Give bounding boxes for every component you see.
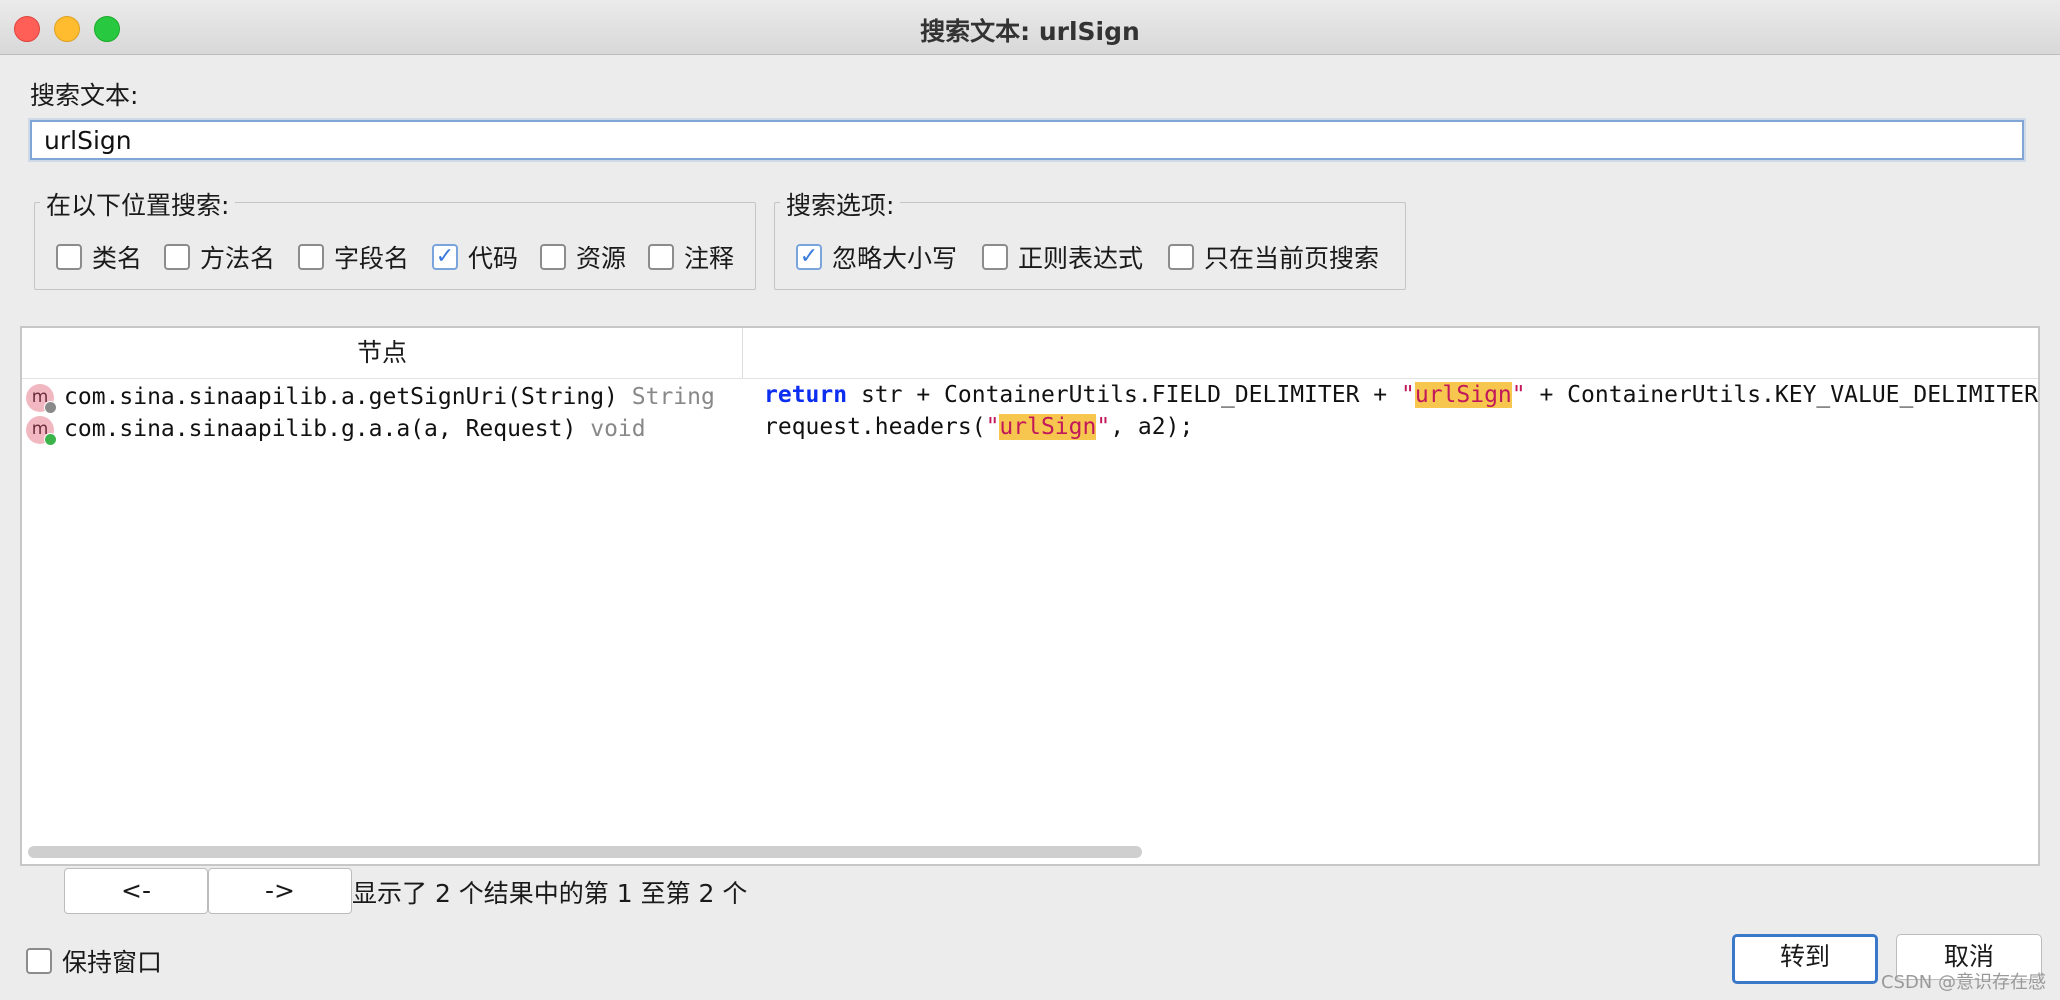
checkbox-label: 代码 [468, 244, 519, 273]
checkbox-label: 注释 [684, 244, 735, 273]
checkbox-label: 方法名 [200, 244, 276, 273]
next-page-button[interactable]: -> [208, 868, 352, 914]
method-icon: m [26, 384, 57, 414]
checkbox-box[interactable]: ✓ [796, 244, 822, 270]
checkbox-box[interactable] [298, 244, 324, 270]
code-keyword: return [764, 382, 848, 408]
checkbox-box[interactable] [56, 244, 82, 270]
access-badge-icon [44, 401, 57, 414]
code-quote: " [1400, 382, 1415, 408]
code-text: + ContainerUtils.KEY_VALUE_DELIMITER [1525, 382, 2038, 408]
result-node: com.sina.sinaapilib.a.getSignUri(String)… [64, 384, 715, 410]
search-location-legend: 在以下位置搜索: [40, 186, 236, 222]
checkbox-method-name[interactable]: 方法名 [164, 239, 275, 275]
return-type: String [631, 384, 715, 410]
result-code: request.headers("urlSign", a2); [764, 414, 1193, 440]
checkbox-box[interactable] [1168, 244, 1194, 270]
checkbox-label: 正则表达式 [1018, 244, 1144, 273]
checkbox-box[interactable] [982, 244, 1008, 270]
watermark: CSDN @意识存在感 [1880, 972, 2046, 993]
checkbox-box[interactable] [540, 244, 566, 270]
checkbox-field-name[interactable]: 字段名 [298, 239, 409, 275]
checkbox-resource[interactable]: 资源 [540, 239, 626, 275]
code-quote: " [1511, 382, 1526, 408]
checkbox-label: 只在当前页搜索 [1204, 244, 1380, 273]
result-row[interactable]: m com.sina.sinaapilib.a.getSignUri(Strin… [22, 382, 2038, 414]
search-options-legend: 搜索选项: [780, 186, 901, 222]
checkbox-comment[interactable]: 注释 [648, 239, 734, 275]
checkbox-label: 资源 [576, 244, 627, 273]
checkbox-ignore-case[interactable]: ✓ 忽略大小写 [796, 239, 957, 275]
code-quote: " [1096, 414, 1111, 440]
code-quote: " [985, 414, 1000, 440]
search-input[interactable] [30, 120, 2024, 160]
checkmark-icon: ✓ [799, 244, 819, 269]
checkbox-class-name[interactable]: 类名 [56, 239, 142, 275]
search-text-label: 搜索文本: [30, 81, 139, 110]
code-text: , a2); [1110, 414, 1194, 440]
access-badge-icon [44, 433, 57, 446]
code-text: request.headers( [764, 414, 986, 440]
checkbox-box[interactable] [648, 244, 674, 270]
checkmark-icon: ✓ [435, 244, 455, 269]
column-header-node[interactable]: 节点 [22, 328, 743, 379]
checkbox-label: 类名 [92, 244, 143, 273]
goto-button[interactable]: 转到 [1732, 934, 1878, 984]
prev-page-button[interactable]: <- [64, 868, 208, 914]
window-title: 搜索文本: urlSign [920, 17, 1140, 46]
checkbox-current-page-only[interactable]: 只在当前页搜索 [1168, 239, 1379, 275]
column-header-code[interactable] [743, 328, 2038, 379]
return-type: void [590, 416, 646, 442]
results-status: 显示了 2 个结果中的第 1 至第 2 个 [352, 879, 748, 908]
horizontal-scrollbar[interactable] [28, 846, 1142, 858]
checkbox-code[interactable]: ✓ 代码 [432, 239, 518, 275]
results-table[interactable]: 节点 m com.sina.sinaapilib.a.getSignUri(St… [20, 326, 2040, 866]
method-icon: m [26, 416, 57, 446]
checkbox-label: 字段名 [334, 244, 410, 273]
result-code: return str + ContainerUtils.FIELD_DELIMI… [764, 382, 2038, 408]
checkbox-label: 保持窗口 [62, 948, 163, 977]
node-signature: com.sina.sinaapilib.a.getSignUri(String) [64, 384, 618, 410]
checkbox-label: 忽略大小写 [832, 244, 958, 273]
checkbox-box[interactable] [26, 948, 52, 974]
node-signature: com.sina.sinaapilib.g.a.a(a, Request) [64, 416, 577, 442]
match-highlight: urlSign [999, 414, 1097, 440]
code-text: str + ContainerUtils.FIELD_DELIMITER + [847, 382, 1401, 408]
checkbox-box[interactable]: ✓ [432, 244, 458, 270]
checkbox-regex[interactable]: 正则表达式 [982, 239, 1143, 275]
match-highlight: urlSign [1414, 382, 1512, 408]
checkbox-keep-window[interactable]: 保持窗口 [26, 943, 162, 979]
result-node: com.sina.sinaapilib.g.a.a(a, Request) vo… [64, 416, 646, 442]
result-row[interactable]: m com.sina.sinaapilib.g.a.a(a, Request) … [22, 414, 2038, 446]
checkbox-box[interactable] [164, 244, 190, 270]
title-bar: 搜索文本: urlSign [0, 0, 2060, 55]
